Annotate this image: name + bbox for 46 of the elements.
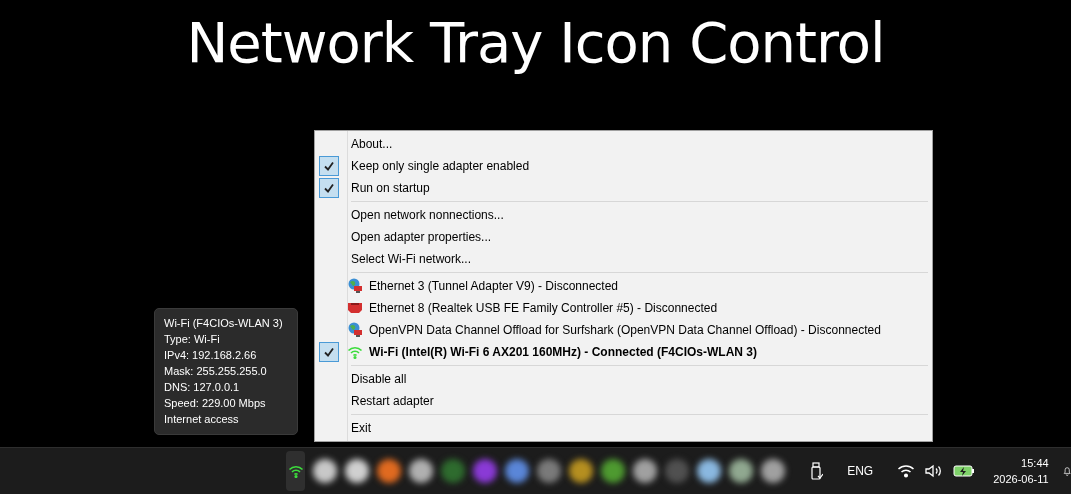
app-icon[interactable] — [697, 459, 722, 483]
app-icon[interactable] — [633, 459, 658, 483]
tooltip-line: DNS: 127.0.0.1 — [164, 380, 241, 395]
tooltip-line: Internet access — [164, 412, 240, 427]
wifi-tray-button[interactable] — [286, 451, 306, 491]
app-icon[interactable] — [729, 459, 754, 483]
menu-item[interactable]: About... — [347, 137, 393, 151]
app-icon[interactable] — [345, 459, 370, 483]
tooltip-line: Mask: 255.255.255.0 — [164, 364, 268, 379]
menu-item[interactable]: Open adapter properties... — [347, 230, 492, 244]
menu-item[interactable]: Open network nonnections... — [347, 208, 504, 222]
tooltip-line: Wi-Fi (F4CIOs-WLAN 3) — [164, 316, 284, 331]
app-icon[interactable] — [409, 459, 434, 483]
adapter-menu-item[interactable]: Wi-Fi (Intel(R) Wi-Fi 6 AX201 160MHz) - Connected (F4CIOs-WLAN 3) — [369, 345, 758, 359]
app-icon[interactable] — [569, 459, 594, 483]
language-indicator[interactable]: ENG — [847, 464, 874, 478]
tooltip-line: Type: Wi-Fi — [164, 332, 221, 347]
ethernet-port-icon — [347, 300, 363, 316]
app-icon[interactable] — [537, 459, 562, 483]
menu-item[interactable]: Restart adapter — [347, 394, 434, 408]
page-title: Network Tray Icon Control — [186, 10, 885, 75]
app-icon[interactable] — [761, 459, 786, 483]
clock-date[interactable]: 2026-06-11 — [993, 471, 1049, 487]
app-icon[interactable] — [505, 459, 530, 483]
menu-item[interactable]: Disable all — [347, 372, 407, 386]
usb-drive-icon[interactable] — [811, 462, 824, 480]
app-icon[interactable] — [601, 459, 626, 483]
adapter-menu-item[interactable]: Ethernet 3 (Tunnel Adapter V9) - Disconnected — [369, 279, 619, 293]
wifi-icon — [287, 464, 304, 478]
menu-item[interactable]: Keep only single adapter enabled — [347, 159, 530, 173]
wifi-icon — [347, 344, 363, 360]
tooltip-line: IPv4: 192.168.2.66 — [164, 348, 258, 363]
clock-time[interactable]: 15:44 — [1021, 455, 1049, 471]
battery-charging-icon[interactable] — [953, 464, 976, 478]
globe-network-icon — [347, 278, 363, 294]
speaker-icon[interactable] — [925, 464, 944, 478]
menu-item[interactable]: Select Wi-Fi network... — [347, 252, 472, 266]
wifi-icon[interactable] — [897, 464, 916, 478]
app-icon[interactable] — [313, 459, 338, 483]
app-icon[interactable] — [377, 459, 402, 483]
tooltip-line: Speed: 229.00 Mbps — [164, 396, 267, 411]
adapter-menu-item[interactable]: Ethernet 8 (Realtek USB FE Family Controller #5) - Disconnected — [369, 301, 718, 315]
globe-network-icon — [347, 322, 363, 338]
menu-item[interactable]: Exit — [347, 421, 371, 435]
menu-item[interactable]: Run on startup — [347, 181, 430, 195]
adapter-menu-item[interactable]: OpenVPN Data Channel Offload for Surfshark (OpenVPN Data Channel Offload) - Disconnected — [369, 323, 881, 337]
